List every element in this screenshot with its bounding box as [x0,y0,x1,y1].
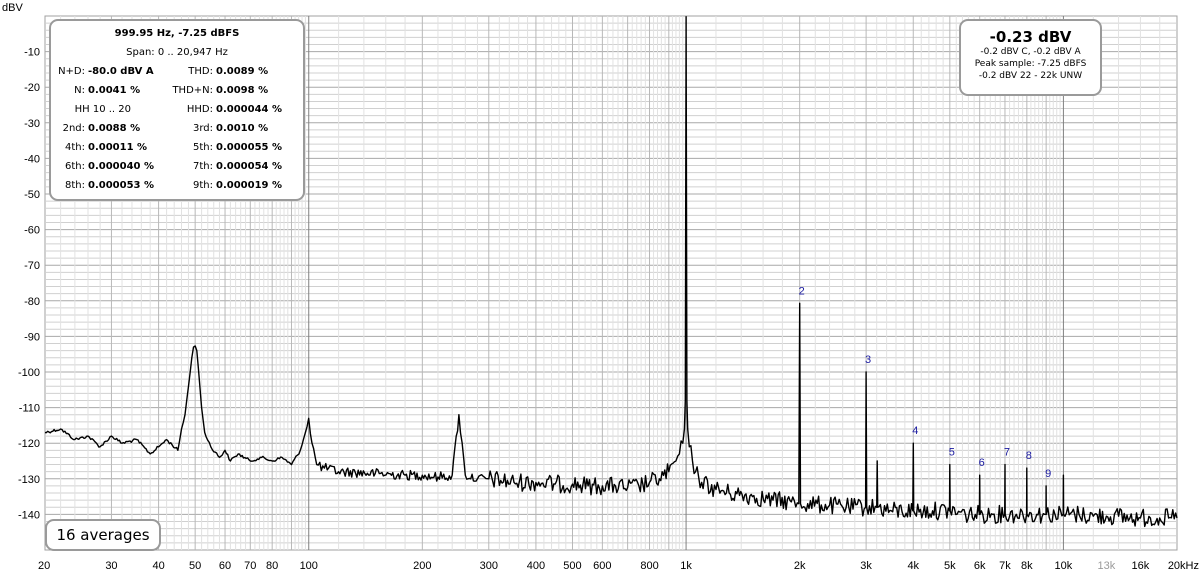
x-tick-label: 60 [219,560,231,572]
y-tick-label: -130 [18,474,40,486]
stats-label: 8th: [65,180,85,191]
stats-label: 4th: [65,142,85,153]
level-main-value: -0.23 dBV [989,28,1072,46]
level-weighted: -0.2 dBV C, -0.2 dBV A [980,47,1081,57]
stats-label: 7th: [193,161,213,172]
stats-panel: 999.95 Hz, -7.25 dBFS Span: 0 .. 20,947 … [49,19,305,201]
y-tick-label: -40 [24,153,40,165]
stats-label: 2nd: [62,123,85,134]
stats-label: HH 10 .. 20 [74,104,131,115]
stats-header-frequency: 999.95 Hz, -7.25 dBFS [114,28,240,39]
stats-value: 0.000053 % [88,180,155,191]
x-tick-label: 800 [640,560,658,572]
stats-label: HHD: [186,104,213,115]
stats-row: 6th: 0.000040 % 7th: 0.000054 % [51,158,303,176]
harmonic-label: 7 [1004,447,1010,459]
x-tick-label: 400 [527,560,545,572]
y-tick-label: -80 [24,296,40,308]
stats-value: 0.000054 % [216,161,283,172]
stats-row: N: 0.0041 % THD+N: 0.0098 % [51,82,303,100]
x-tick-label: 80 [266,560,278,572]
x-tick-label: 40 [152,560,164,572]
y-tick-label: -30 [24,118,40,130]
harmonic-label: 2 [799,285,805,297]
stats-label: 9th: [193,180,213,191]
x-tick-label: 20 [38,560,50,572]
stats-label: 6th: [65,161,85,172]
stats-header-span: Span: 0 .. 20,947 Hz [51,44,303,62]
x-tick-label: 13k [1098,560,1116,572]
level-unweighted: -0.2 dBV 22 - 22k UNW [978,71,1083,81]
x-tick-label: 70 [244,560,256,572]
x-tick-label: 7k [999,560,1011,572]
stats-value: 0.0010 % [216,123,269,134]
stats-label: THD+N: [172,85,213,96]
x-tick-label: 100 [300,560,318,572]
harmonic-label: 6 [979,457,985,469]
stats-row: HH 10 .. 20 HHD: 0.000044 % [51,101,303,119]
stats-value: 0.000055 % [216,142,283,153]
stats-value: 0.00011 % [88,142,148,153]
stats-value: 0.000040 % [88,161,155,172]
stats-value: 0.0088 % [88,123,141,134]
x-tick-label: 8k [1021,560,1033,572]
stats-row: 2nd: 0.0088 % 3rd: 0.0010 % [51,120,303,138]
y-tick-label: -120 [18,438,40,450]
stats-value: 0.000044 % [216,104,283,115]
y-tick-label: -70 [24,260,40,272]
y-tick-label: -140 [18,509,40,521]
x-tick-label: 4k [907,560,919,572]
stats-value: 0.000019 % [216,180,283,191]
stats-row: 8th: 0.000053 % 9th: 0.000019 % [51,177,303,195]
x-tick-label: 200 [413,560,431,572]
level-peak-sample: Peak sample: -7.25 dBFS [974,59,1087,69]
harmonic-label: 3 [865,354,871,366]
x-tick-label: 50 [189,560,201,572]
x-tick-label: 500 [563,560,581,572]
x-tick-label: 10k [1055,560,1073,572]
stats-label: N+D: [58,66,85,77]
x-tick-label: 600 [593,560,611,572]
stats-label: THD: [188,66,213,77]
harmonic-label: 8 [1026,450,1032,462]
x-tick-label: 300 [480,560,498,572]
y-tick-label: -50 [24,189,40,201]
averages-badge[interactable]: 16 averages [45,519,161,551]
x-axis-ticks: 20 30 40 50 60 70 80 100 200 300 400 500 600 800 1k 2k 3… [38,560,1199,572]
stats-label: 5th: [193,142,213,153]
stats-value: 0.0041 % [88,85,141,96]
harmonic-label: 4 [912,425,918,437]
stats-row: N+D: -80.0 dBV A THD: 0.0089 % [51,63,303,81]
x-tick-label: 16k [1132,560,1150,572]
x-tick-label: 5k [944,560,956,572]
y-tick-label: -90 [24,331,40,343]
stats-label: 3rd: [192,123,213,134]
stats-value: 0.0098 % [216,85,269,96]
x-tick-label: 30 [105,560,117,572]
x-tick-label: 3k [860,560,872,572]
x-tick-label: 2k [794,560,806,572]
stats-row: 4th: 0.00011 % 5th: 0.000055 % [51,139,303,157]
stats-value: -80.0 dBV A [88,66,154,77]
x-tick-label: 20kHz [1168,560,1199,572]
y-axis-label: dBV [2,2,23,14]
y-tick-label: -100 [18,367,40,379]
y-axis-ticks: -10 -20 -30 -40 -50 -60 -70 -80 -90 -100 -110 -120 -… [18,47,40,522]
stats-label: N: [74,85,85,96]
y-tick-label: -20 [24,82,40,94]
y-tick-label: -10 [24,47,40,59]
harmonic-label: 9 [1045,468,1051,480]
level-panel: -0.23 dBV -0.2 dBV C, -0.2 dBV A Peak sa… [959,19,1102,96]
y-tick-label: -110 [19,403,40,415]
stats-span-text: Span: 0 .. 20,947 Hz [126,47,228,58]
x-tick-label: 6k [974,560,986,572]
y-tick-label: -60 [24,225,40,237]
stats-value: 0.0089 % [216,66,269,77]
x-tick-label: 1k [680,560,692,572]
harmonic-label: 5 [949,447,955,459]
